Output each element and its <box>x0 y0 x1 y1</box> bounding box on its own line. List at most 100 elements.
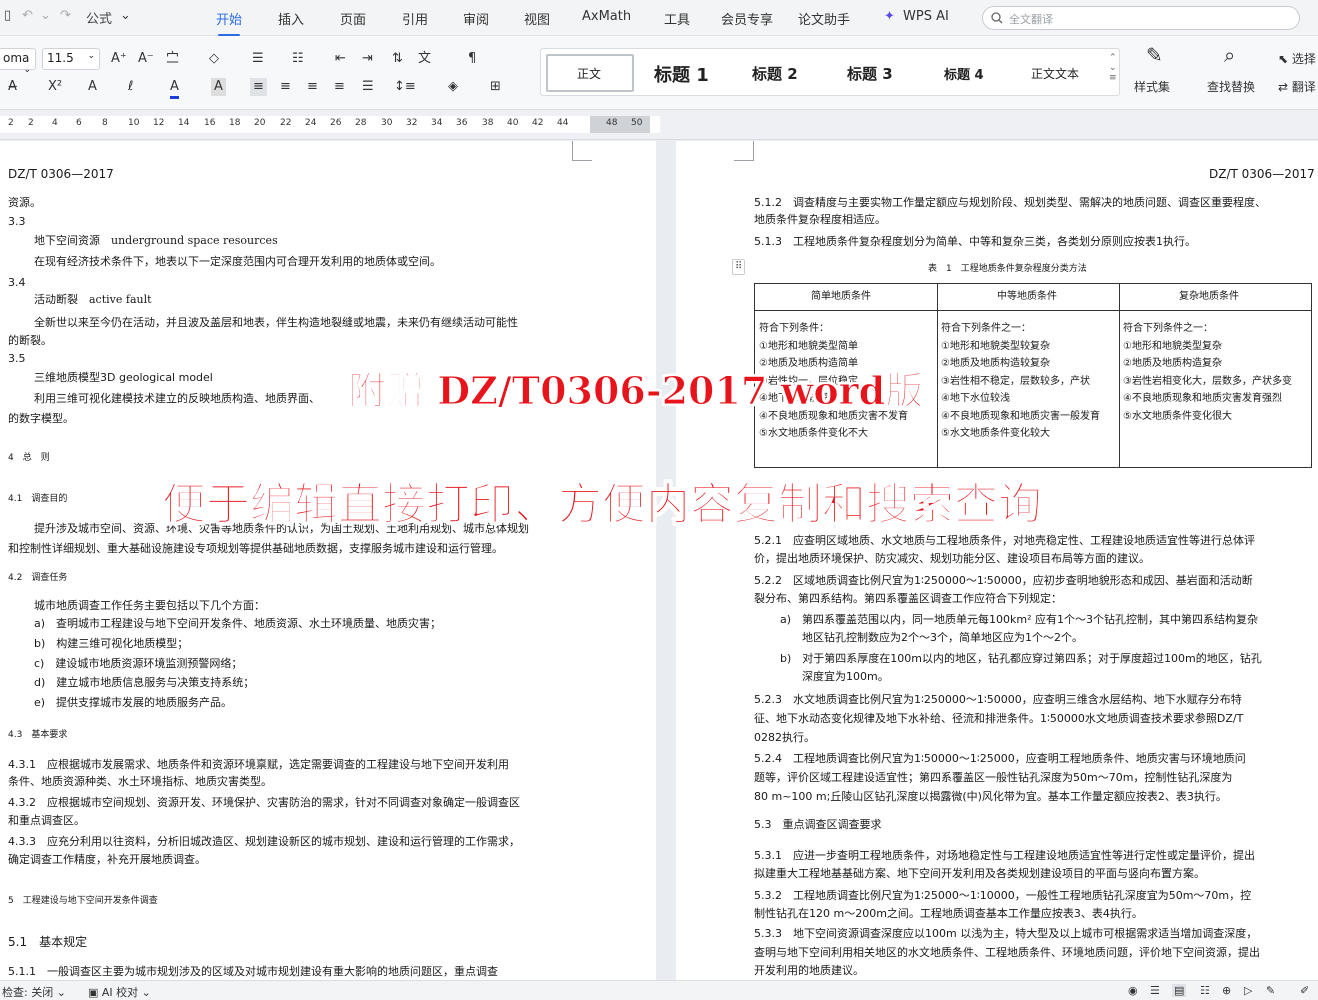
tab-tools[interactable]: 工具 <box>664 9 690 28</box>
redo-icon[interactable]: ↷ <box>60 8 71 23</box>
grow-font-icon[interactable]: A⁺ <box>111 50 127 68</box>
text-effect-icon[interactable]: A <box>88 78 97 96</box>
table-cell: ③岩性相不稳定，层数较多，产状 <box>941 376 1090 387</box>
list-item: b) 构建三维可视化地质模型； <box>34 637 189 650</box>
font-color-icon[interactable]: A <box>170 78 179 99</box>
body-line: 城市地质调查工作任务主要包括以下几个方面： <box>34 599 265 612</box>
search-input[interactable]: 全文翻译 <box>982 6 1300 30</box>
edit-icon[interactable]: ✐ <box>1300 984 1309 997</box>
paragraph-mark-icon[interactable]: ¶ <box>468 50 476 68</box>
table-cell: ①地形和地貌类型较复杂 <box>941 341 1050 352</box>
style-heading-2[interactable]: 标题 2 <box>752 63 798 84</box>
dropdown-icon[interactable]: ⌄ <box>40 8 51 23</box>
gallery-scroll-icon[interactable]: ⌃ ⌄ ≡ <box>1109 53 1117 83</box>
term-title: 活动断裂 active fault <box>34 293 152 306</box>
clear-format-icon[interactable]: ◇ <box>209 50 219 68</box>
tab-review[interactable]: 审阅 <box>463 9 489 28</box>
ruler[interactable]: 2 2 4 6 8 10 12 14 16 18 20 22 24 26 28 30 32 34 36 38 40 42 4… <box>0 110 1318 140</box>
menu-bar: ▯ ↶ ⌄ ↷ 公式 ⌄ 开始 插入 页面 引用 审阅 视图 AxMath 工具… <box>0 0 1318 36</box>
sort-icon[interactable]: ⇅ <box>392 50 403 68</box>
shrink-font-icon[interactable]: A⁻ <box>138 50 154 68</box>
border-icon[interactable]: ⊞ <box>490 78 501 96</box>
strikethrough-icon[interactable]: A̶ <box>8 78 17 96</box>
tab-member[interactable]: 会员专享 <box>721 9 773 28</box>
style-heading-4[interactable]: 标题 4 <box>944 64 984 83</box>
style-set-button[interactable]: 样式集 <box>1134 78 1170 96</box>
justify-icon[interactable]: ≡ <box>334 78 345 96</box>
table-handle-icon[interactable]: ⠿ <box>732 259 746 275</box>
tab-page[interactable]: 页面 <box>340 9 366 28</box>
ai-check-button[interactable]: ▣ AI 校对 ⌄ <box>88 984 151 1000</box>
number-list-icon[interactable]: ☷ <box>292 50 304 68</box>
tab-insert[interactable]: 插入 <box>278 9 304 28</box>
page-view-icon[interactable]: ▤ <box>1172 984 1187 997</box>
table-header-cell: 中等地质条件 <box>997 291 1057 302</box>
align-right-icon[interactable]: ≡ <box>307 78 318 96</box>
find-icon[interactable]: ⌕ <box>1224 45 1235 65</box>
web-view-icon[interactable]: ⊕ <box>1222 984 1231 997</box>
style-heading-3[interactable]: 标题 3 <box>847 63 893 84</box>
spellcheck-toggle[interactable]: 检查: 关闭 ⌄ <box>2 984 66 1000</box>
list-item: 地区钻孔控制数应为2个～3个，简单地区应为1个～2个。 <box>802 631 1083 644</box>
tab-home[interactable]: 开始 <box>216 9 242 36</box>
select-button[interactable]: ⬉ 选择 <box>1278 50 1316 68</box>
list-item: d) 建立城市地质信息服务与决策支持系统； <box>34 676 255 689</box>
pinyin-icon[interactable]: 㝉 <box>166 50 179 68</box>
font-size-select[interactable]: 11.5 ⌄ <box>42 48 100 70</box>
tab-axmath[interactable]: AxMath <box>582 9 631 24</box>
document-page-right[interactable]: DZ/T 0306—2017 5.1.2 调查精度与主要实物工作量定额应与规划阶… <box>676 141 1318 981</box>
list-view-icon[interactable]: ☰ <box>1150 984 1160 997</box>
page-header: DZ/T 0306—2017 <box>1209 167 1315 181</box>
formula-button[interactable]: 公式 <box>86 8 112 27</box>
tab-thesis[interactable]: 论文助手 <box>798 9 850 28</box>
font-name-select[interactable]: oma ⌄ <box>0 48 36 75</box>
tab-references[interactable]: 引用 <box>402 9 428 28</box>
term-title: 地下空间资源 underground space resources <box>34 234 278 247</box>
save-icon[interactable]: ▯ <box>4 8 11 23</box>
section-heading: 4.2 调查任务 <box>8 573 68 583</box>
align-center-icon[interactable]: ≡ <box>280 78 291 96</box>
style-set-icon[interactable]: ✎ <box>1146 45 1163 65</box>
body-line: 5.2.2 区域地质调查比例尺宜为1∶250000～1∶50000，应初步查明地… <box>754 574 1253 587</box>
body-line: 征、地下水动态变化规律及地下水补给、径流和排泄条件。1∶50000水文地质调查技… <box>754 712 1244 725</box>
ruler-tick: 22 <box>280 118 292 128</box>
distribute-icon[interactable]: ☰ <box>362 78 374 96</box>
bullet-list-icon[interactable]: ☰ <box>252 50 264 68</box>
style-normal[interactable]: 正文 <box>577 65 601 82</box>
document-page-left[interactable]: DZ/T 0306—2017 资源。 3.3 地下空间资源 undergroun… <box>0 141 656 981</box>
align-left-icon[interactable]: ≡ <box>250 78 267 96</box>
table-caption: 表 1 工程地质条件复杂程度分类方法 <box>928 264 1087 274</box>
play-icon[interactable]: ▷ <box>1244 984 1252 997</box>
body-line: 开发利用的地质建议。 <box>754 964 864 977</box>
tab-wps-ai[interactable]: WPS AI <box>903 9 949 24</box>
ruler-tick: 4 <box>52 118 58 128</box>
body-line: 5.1.2 调查精度与主要实物工作量定额应与规划阶段、规划类型、需解决的地质问题… <box>754 196 1266 209</box>
ruler-tick: 20 <box>254 118 266 128</box>
chevron-down-icon[interactable]: ⌄ <box>120 8 131 23</box>
undo-icon[interactable]: ↶ <box>22 8 33 23</box>
shading-icon[interactable]: ◈ <box>448 78 458 96</box>
style-heading-1[interactable]: 标题 1 <box>654 61 709 87</box>
ruler-tick: 32 <box>406 118 418 128</box>
superscript-icon[interactable]: X² <box>48 78 62 96</box>
indent-icon[interactable]: ⇥ <box>362 50 373 68</box>
highlight-icon[interactable]: ℓ <box>128 78 133 96</box>
table-cell: ①地形和地貌类型简单 <box>759 341 858 352</box>
body-line: 5.2.3 水文地质调查比例尺宜为1∶250000～1∶50000，应查明三维含… <box>754 693 1242 706</box>
find-replace-button[interactable]: 查找替换 <box>1207 78 1255 96</box>
line-spacing-icon[interactable]: ↕≡ <box>394 78 416 96</box>
pen-icon[interactable]: ✎ <box>1266 984 1275 997</box>
translate-button[interactable]: ⇄ 翻译 <box>1278 78 1316 96</box>
ribbon: oma ⌄ 11.5 ⌄ A⁺ A⁻ 㝉 ◇ A̶ X² A ℓ A A ☰ ☷ ⇤… <box>0 36 1318 110</box>
chinese-layout-icon[interactable]: 文 <box>418 50 431 68</box>
list-item: a) 查明城市工程建设与地下空间开发条件、地质资源、水土环境质量、地质灾害； <box>34 617 442 630</box>
eye-icon[interactable]: ◉ <box>1128 984 1138 997</box>
tab-view[interactable]: 视图 <box>524 9 550 28</box>
outline-view-icon[interactable]: ☷ <box>1200 984 1210 997</box>
char-shading-icon[interactable]: A <box>211 78 226 96</box>
table-cell: 符合下列条件： <box>759 323 829 334</box>
outdent-icon[interactable]: ⇤ <box>335 50 346 68</box>
section-heading: 4 总 则 <box>8 453 50 463</box>
style-body-text[interactable]: 正文文本 <box>1031 65 1079 82</box>
body-line: 0282执行。 <box>754 731 815 744</box>
